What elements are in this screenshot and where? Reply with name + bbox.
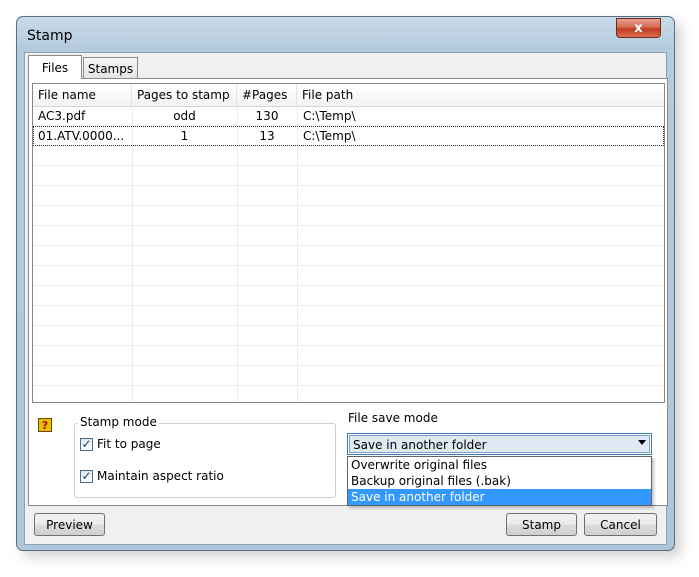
table-row[interactable]: AC3.pdf odd 130 C:\Temp\ — [33, 106, 664, 126]
empty-row — [33, 166, 664, 186]
empty-row — [33, 206, 664, 226]
cell-page-count: 13 — [259, 129, 275, 143]
cell-pages-to-stamp: 1 — [180, 129, 189, 143]
help-glyph: ? — [41, 418, 49, 432]
column-header-page-count[interactable]: #Pages — [237, 84, 297, 106]
empty-row — [33, 186, 664, 206]
option-save-another-folder[interactable]: Save in another folder — [348, 489, 651, 505]
cell-file-name: 01.ATV.0000... — [38, 129, 125, 143]
empty-row — [33, 366, 664, 386]
column-header-file-name[interactable]: File name — [33, 84, 132, 106]
cell-page-count: 130 — [255, 109, 279, 123]
stamp-mode-group — [74, 423, 336, 498]
chevron-down-icon[interactable] — [638, 440, 646, 445]
file-save-mode-select[interactable]: Save in another folder — [347, 433, 652, 455]
column-header-pages-to-stamp[interactable]: Pages to stamp — [132, 84, 237, 106]
option-overwrite-original[interactable]: Overwrite original files — [348, 457, 651, 473]
stamp-mode-label: Stamp mode — [78, 415, 159, 429]
file-save-mode-value: Save in another folder — [349, 435, 650, 453]
maintain-aspect-ratio-label: Maintain aspect ratio — [97, 469, 224, 483]
fit-to-page-checkbox[interactable]: ✓ Fit to page — [80, 437, 161, 451]
empty-row — [33, 326, 664, 346]
fit-to-page-label: Fit to page — [97, 437, 161, 451]
close-button[interactable]: x — [616, 18, 661, 38]
preview-button[interactable]: Preview — [34, 513, 105, 536]
file-save-mode-dropdown[interactable]: Overwrite original files Backup original… — [347, 456, 652, 506]
empty-row — [33, 306, 664, 326]
cancel-button[interactable]: Cancel — [584, 513, 657, 536]
empty-row — [33, 286, 664, 306]
empty-row — [33, 346, 664, 366]
cell-file-path: C:\Temp\ — [303, 109, 356, 123]
window-title: Stamp — [27, 28, 73, 44]
cell-file-path: C:\Temp\ — [303, 129, 356, 143]
maintain-aspect-ratio-checkbox[interactable]: ✓ Maintain aspect ratio — [80, 469, 224, 483]
empty-row — [33, 146, 664, 166]
checkmark-icon: ✓ — [80, 469, 93, 483]
empty-row — [33, 246, 664, 266]
stamp-button[interactable]: Stamp — [506, 513, 577, 536]
cell-file-name: AC3.pdf — [38, 109, 86, 123]
tab-stamps[interactable]: Stamps — [83, 57, 138, 79]
checkmark-icon: ✓ — [80, 437, 93, 451]
column-header-file-path[interactable]: File path — [297, 84, 664, 106]
empty-row — [33, 226, 664, 246]
empty-row — [33, 266, 664, 286]
cell-pages-to-stamp: odd — [173, 109, 196, 123]
file-list-header: File name Pages to stamp #Pages File pat… — [33, 84, 664, 107]
help-question-icon[interactable]: ? — [38, 418, 52, 432]
file-save-mode-label: File save mode — [348, 411, 438, 425]
option-backup-original[interactable]: Backup original files (.bak) — [348, 473, 651, 489]
close-icon: x — [634, 20, 643, 36]
tab-files[interactable]: Files — [28, 55, 82, 79]
table-row[interactable]: 01.ATV.0000... 1 13 C:\Temp\ — [33, 126, 664, 146]
file-list[interactable]: File name Pages to stamp #Pages File pat… — [32, 83, 665, 403]
